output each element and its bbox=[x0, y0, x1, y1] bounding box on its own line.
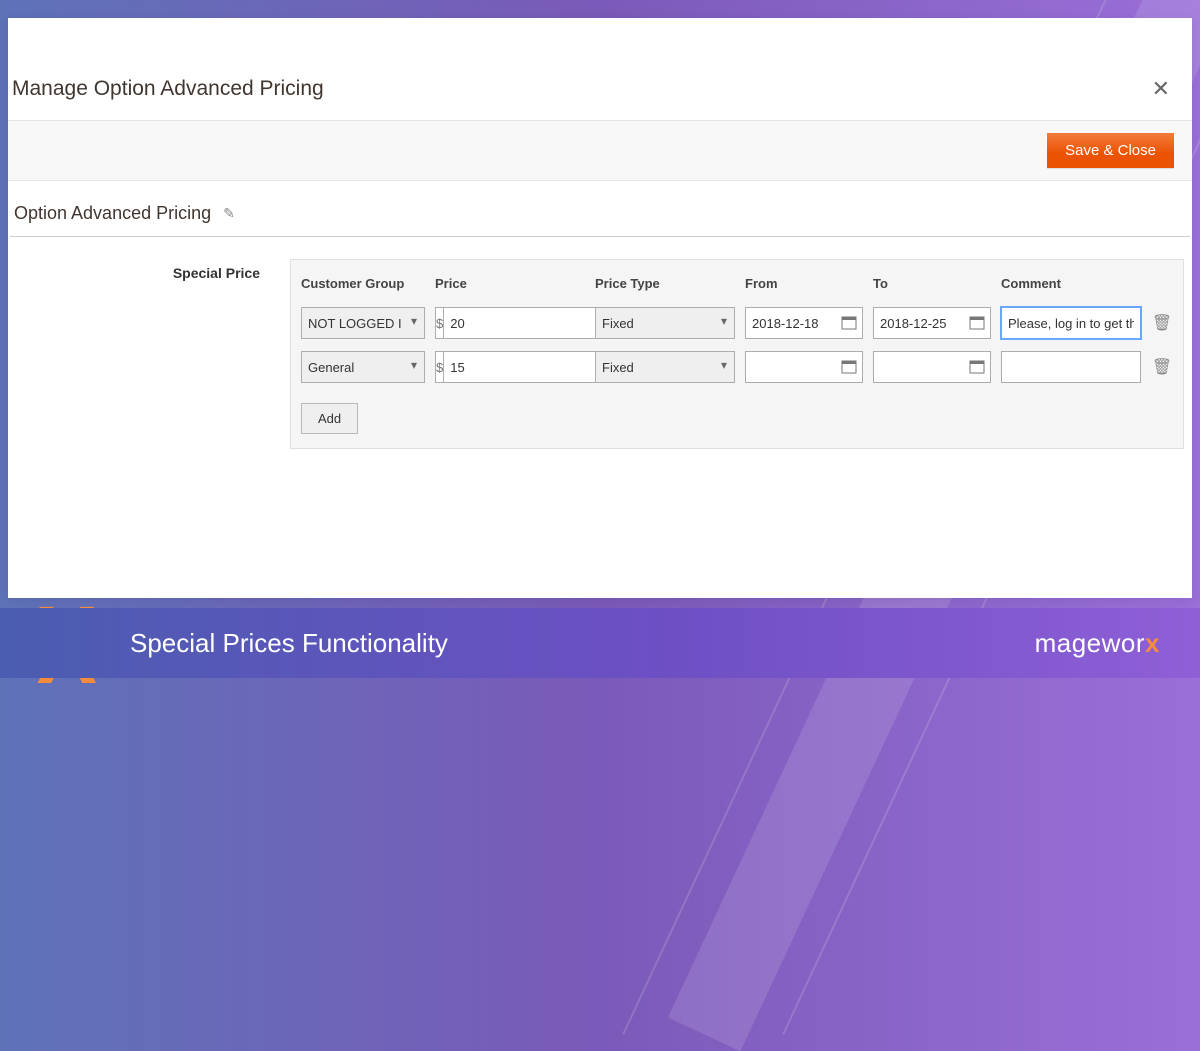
close-icon[interactable]: ✕ bbox=[1152, 76, 1170, 102]
modal-title: Manage Option Advanced Pricing bbox=[8, 77, 324, 101]
to-date-input[interactable] bbox=[873, 351, 991, 383]
brand-name: mageworx bbox=[1035, 628, 1160, 659]
from-date-input[interactable] bbox=[745, 351, 863, 383]
from-date-input[interactable] bbox=[745, 307, 863, 339]
currency-symbol: $ bbox=[435, 307, 443, 339]
pencil-icon[interactable]: ✎ bbox=[223, 205, 235, 222]
comment-input[interactable] bbox=[1001, 307, 1141, 339]
price-type-select[interactable]: Fixed bbox=[595, 351, 735, 383]
add-button[interactable]: Add bbox=[301, 403, 358, 434]
price-type-select[interactable]: Fixed bbox=[595, 307, 735, 339]
to-date-input[interactable] bbox=[873, 307, 991, 339]
col-header-price-type: Price Type bbox=[595, 276, 735, 291]
col-header-customer-group: Customer Group bbox=[301, 276, 425, 291]
modal-panel: Manage Option Advanced Pricing ✕ Save & … bbox=[8, 18, 1192, 598]
special-price-grid: Customer Group Price Price Type From To … bbox=[290, 259, 1184, 449]
actions-bar: Save & Close bbox=[8, 121, 1192, 181]
col-header-from: From bbox=[745, 276, 863, 291]
col-header-price: Price bbox=[435, 276, 585, 291]
form-area: Special Price Customer Group Price Price… bbox=[8, 237, 1192, 449]
comment-input[interactable] bbox=[1001, 351, 1141, 383]
section-title: Option Advanced Pricing bbox=[14, 203, 211, 224]
modal-header: Manage Option Advanced Pricing ✕ bbox=[8, 18, 1192, 121]
grid-header-row: Customer Group Price Price Type From To … bbox=[301, 270, 1173, 301]
col-header-comment: Comment bbox=[1001, 276, 1141, 291]
trash-icon[interactable]: 🗑 bbox=[1151, 313, 1173, 333]
col-header-to: To bbox=[873, 276, 991, 291]
trash-icon[interactable]: 🗑 bbox=[1151, 357, 1173, 377]
save-close-button[interactable]: Save & Close bbox=[1047, 133, 1174, 168]
field-label-special-price: Special Price bbox=[16, 259, 260, 449]
grid-row: NOT LOGGED IN $ Fixed bbox=[301, 301, 1173, 345]
section-title-row: Option Advanced Pricing ✎ bbox=[10, 181, 1190, 237]
footer-caption: Special Prices Functionality bbox=[130, 628, 448, 659]
footer-bar: Special Prices Functionality mageworx bbox=[0, 608, 1200, 678]
currency-symbol: $ bbox=[435, 351, 443, 383]
customer-group-select[interactable]: General bbox=[301, 351, 425, 383]
customer-group-select[interactable]: NOT LOGGED IN bbox=[301, 307, 425, 339]
grid-row: General $ Fixed bbox=[301, 345, 1173, 389]
